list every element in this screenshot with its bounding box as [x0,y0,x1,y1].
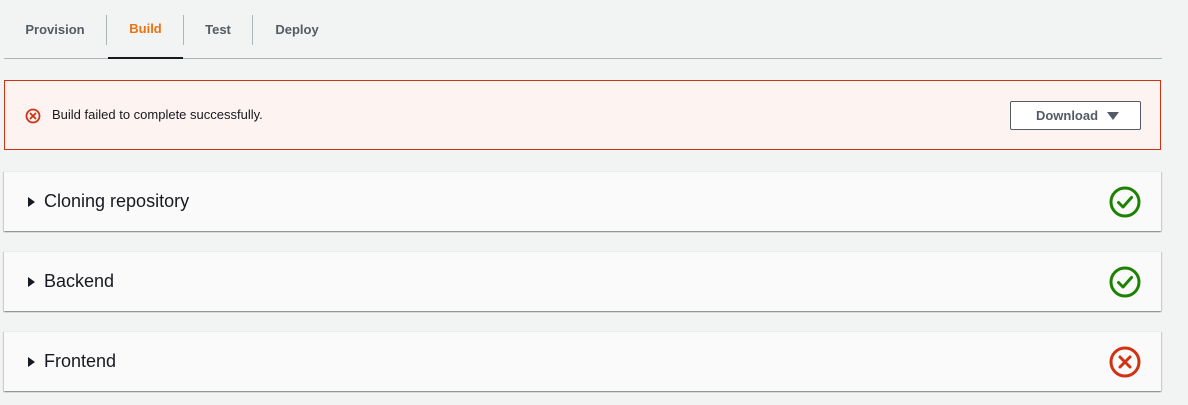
tab-label: Test [205,22,231,37]
step-label: Frontend [44,351,117,371]
success-check-icon [1109,266,1141,298]
step-label: Backend [44,271,115,291]
caret-right-icon [28,357,35,367]
tab-label: Deploy [275,22,319,37]
step-frontend[interactable]: Frontend [4,331,1161,391]
alert-message: Build failed to complete successfully. [52,107,263,122]
step-cloning-repository[interactable]: Cloning repository [4,171,1161,231]
error-alert: Build failed to complete successfully. D… [4,80,1161,150]
caret-down-icon [1107,111,1120,120]
step-label: Cloning repository [44,191,190,211]
tab-divider [106,15,107,45]
error-icon [25,108,41,124]
success-check-icon [1109,186,1141,218]
failed-x-icon [1109,346,1141,378]
caret-right-icon [28,277,35,287]
tab-deploy[interactable]: Deploy [253,0,341,59]
tab-label: Build [129,21,162,36]
download-button[interactable]: Download [1010,101,1141,130]
tab-provision[interactable]: Provision [4,0,106,59]
download-button-label: Download [1035,108,1099,123]
tab-bar: Provision Build Test Deploy [4,0,1162,59]
caret-right-icon [28,197,35,207]
tab-test[interactable]: Test [184,0,252,59]
step-backend[interactable]: Backend [4,251,1161,311]
tab-label: Provision [25,22,85,37]
tab-build[interactable]: Build [108,0,183,59]
